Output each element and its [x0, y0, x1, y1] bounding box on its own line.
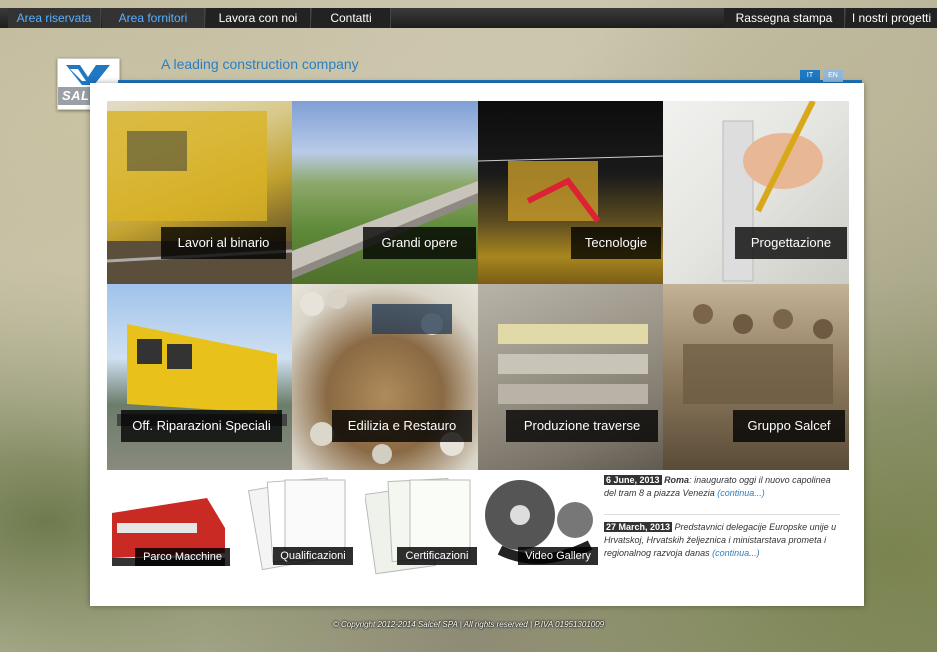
tile-label: Off. Riparazioni Speciali	[121, 410, 282, 442]
news-feed: 6 June, 2013 Roma: inaugurato oggi il nu…	[604, 474, 840, 560]
link-certificazioni[interactable]: Certificazioni	[365, 475, 480, 575]
tile-label: Edilizia e Restauro	[332, 410, 472, 442]
link-label: Certificazioni	[397, 547, 477, 565]
tile-label: Gruppo Salcef	[733, 410, 845, 442]
cobblestone-illustration	[300, 289, 464, 464]
tile-label: Grandi opere	[363, 227, 476, 259]
tile-edilizia-e-restauro[interactable]: Edilizia e Restauro	[292, 284, 478, 470]
nav-i-nostri-progetti[interactable]: I nostri progetti	[846, 8, 937, 28]
news-city: Roma	[664, 475, 690, 485]
copyright-footer: © Copyright 2012-2014 Salcef SPA | All r…	[332, 620, 605, 629]
link-parco-macchine[interactable]: Parco Macchine	[107, 478, 230, 570]
nav-contatti[interactable]: Contatti	[312, 8, 391, 28]
site-tagline: A leading construction company	[161, 56, 359, 72]
news-separator	[604, 514, 840, 515]
tile-produzione-traverse[interactable]: Produzione traverse	[478, 284, 663, 470]
lang-en-button[interactable]: EN	[823, 70, 843, 82]
link-video-gallery[interactable]: Video Gallery	[480, 470, 600, 575]
historic-group-photo-illustration	[683, 304, 833, 404]
link-label: Qualificazioni	[273, 547, 353, 565]
tile-label: Tecnologie	[571, 227, 661, 259]
link-qualificazioni[interactable]: Qualificazioni	[245, 475, 355, 575]
top-navigation-bar: Area riservata Area fornitori Lavora con…	[0, 8, 937, 28]
news-date: 27 March, 2013	[604, 522, 673, 532]
tile-off-riparazioni-speciali[interactable]: Off. Riparazioni Speciali	[107, 284, 292, 470]
news-continue-link[interactable]: (continua...)	[712, 548, 760, 558]
nav-lavora-con-noi[interactable]: Lavora con noi	[206, 8, 311, 28]
nav-area-fornitori[interactable]: Area fornitori	[102, 8, 205, 28]
tile-tecnologie[interactable]: Tecnologie	[478, 101, 663, 284]
locomotive-illustration	[117, 324, 287, 426]
nav-area-riservata[interactable]: Area riservata	[8, 8, 101, 28]
lang-it-button[interactable]: IT	[800, 70, 820, 82]
news-item: 6 June, 2013 Roma: inaugurato oggi il nu…	[604, 474, 840, 500]
tile-lavori-al-binario[interactable]: Lavori al binario	[107, 101, 292, 284]
link-label: Video Gallery	[518, 547, 598, 565]
sleeper-molds-illustration	[498, 324, 648, 404]
tile-label: Lavori al binario	[161, 227, 286, 259]
news-continue-link[interactable]: (continua...)	[717, 488, 765, 498]
news-date: 6 June, 2013	[604, 475, 662, 485]
news-item: 27 March, 2013 Predstavnici delegacije E…	[604, 521, 840, 560]
tile-progettazione[interactable]: Progettazione	[663, 101, 849, 284]
nav-rassegna-stampa[interactable]: Rassegna stampa	[724, 8, 845, 28]
tile-grandi-opere[interactable]: Grandi opere	[292, 101, 478, 284]
tile-gruppo-salcef[interactable]: Gruppo Salcef	[663, 284, 849, 470]
tile-label: Produzione traverse	[506, 410, 658, 442]
link-label: Parco Macchine	[135, 548, 230, 566]
tile-label: Progettazione	[735, 227, 847, 259]
